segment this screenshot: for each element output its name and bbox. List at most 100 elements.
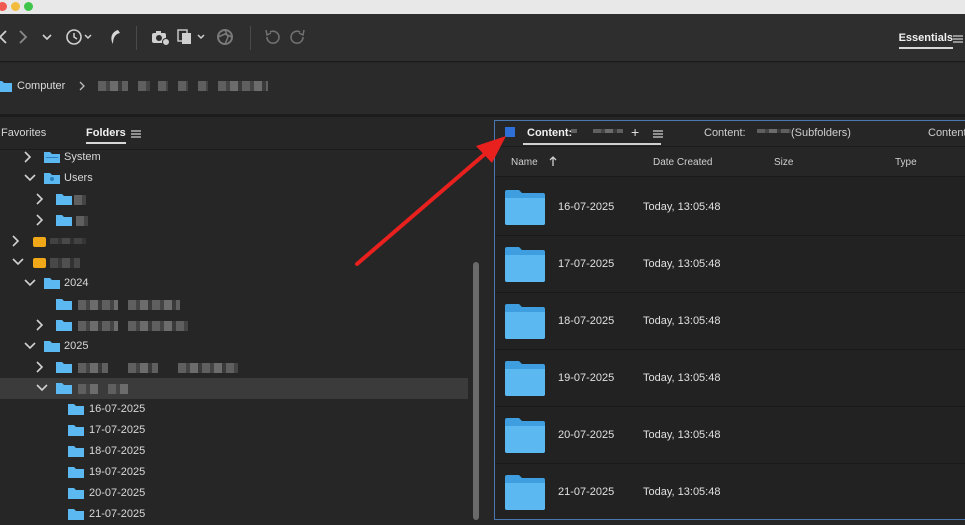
tab-content-2[interactable]: Content: xyxy=(704,127,746,139)
folder-icon xyxy=(56,299,72,310)
redacted-path-segment[interactable] xyxy=(198,81,208,91)
tree-item-redacted[interactable] xyxy=(0,210,468,231)
folders-scrollbar[interactable] xyxy=(470,262,480,520)
chevron-right-icon[interactable] xyxy=(34,319,46,331)
tree-item-label: System xyxy=(64,151,101,163)
tree-item-label: 20-07-2025 xyxy=(89,487,146,499)
panel-menu-icon[interactable] xyxy=(653,129,663,139)
breadcrumb-computer[interactable]: Computer xyxy=(17,80,65,92)
chevron-down-icon[interactable] xyxy=(24,277,36,289)
column-name-header[interactable]: Name xyxy=(511,157,538,168)
tree-item-19-07-2025[interactable]: 19-07-2025 xyxy=(0,462,468,483)
redacted-label xyxy=(757,129,791,133)
tree-item-21-07-2025[interactable]: 21-07-2025 xyxy=(0,504,468,525)
rotate-right-button[interactable] xyxy=(288,24,308,50)
redacted-path-segment[interactable] xyxy=(218,81,268,91)
folder-icon xyxy=(68,404,84,415)
tree-item-redacted[interactable] xyxy=(0,357,468,378)
boomerang-button[interactable] xyxy=(104,24,124,50)
tab-content-active[interactable]: Content: xyxy=(527,127,572,139)
refine-button[interactable] xyxy=(214,24,236,50)
back-button[interactable] xyxy=(0,24,10,50)
content-row[interactable]: 17-07-2025 Today, 13:05:48 xyxy=(495,236,965,293)
chevron-right-icon[interactable] xyxy=(34,361,46,373)
get-photos-button[interactable] xyxy=(148,24,172,50)
chevron-right-icon xyxy=(19,30,28,44)
workspace-essentials-tab[interactable]: Essentials xyxy=(898,32,953,49)
tree-item-drive[interactable] xyxy=(0,252,468,273)
folder-icon xyxy=(68,467,84,478)
tree-item-drive[interactable] xyxy=(0,231,468,252)
zoom-window-button[interactable] xyxy=(24,2,33,11)
content-row[interactable]: 20-07-2025 Today, 13:05:48 xyxy=(495,407,965,464)
tree-item-16-07-2025[interactable]: 16-07-2025 xyxy=(0,399,468,420)
content-row[interactable]: 21-07-2025 Today, 13:05:48 xyxy=(495,464,965,521)
redacted-label xyxy=(74,195,86,205)
copy-dropdown-button[interactable] xyxy=(176,24,210,50)
column-size-header[interactable]: Size xyxy=(774,157,793,168)
clock-history-icon xyxy=(66,29,92,45)
scrollbar-thumb[interactable] xyxy=(473,262,479,520)
chevron-right-icon[interactable] xyxy=(34,193,46,205)
sort-ascending-icon[interactable] xyxy=(549,156,557,167)
redacted-path-segment[interactable] xyxy=(178,81,188,91)
tree-item-label: 17-07-2025 xyxy=(89,424,146,436)
recent-folders-button[interactable] xyxy=(62,24,96,50)
external-drive-icon xyxy=(33,258,46,268)
tree-item-2025[interactable]: 2025 xyxy=(0,336,468,357)
history-dropdown-button[interactable] xyxy=(40,24,54,50)
chevron-down-icon[interactable] xyxy=(24,172,36,184)
tab-favorites[interactable]: Favorites xyxy=(1,127,46,139)
tree-item-users[interactable]: Users xyxy=(0,168,468,189)
tab-content-3[interactable]: Content xyxy=(928,127,965,139)
row-date-created: Today, 13:05:48 xyxy=(643,372,721,384)
tree-item-system[interactable]: System xyxy=(0,147,468,168)
redacted-label xyxy=(78,321,118,331)
close-window-button[interactable] xyxy=(0,2,7,11)
content-row[interactable]: 18-07-2025 Today, 13:05:48 xyxy=(495,293,965,350)
tree-item-label: 2024 xyxy=(64,277,89,289)
tree-item-redacted[interactable] xyxy=(0,315,468,336)
tree-item-selected[interactable] xyxy=(0,378,468,399)
redacted-label xyxy=(571,129,577,133)
redacted-path-segment[interactable] xyxy=(158,81,168,91)
content-row[interactable]: 16-07-2025 Today, 13:05:48 xyxy=(495,179,965,236)
folder-icon xyxy=(56,215,72,226)
tree-item-redacted[interactable] xyxy=(0,189,468,210)
tree-item-18-07-2025[interactable]: 18-07-2025 xyxy=(0,441,468,462)
folder-icon xyxy=(505,304,545,339)
chevron-down-icon[interactable] xyxy=(36,382,48,394)
column-type-header[interactable]: Type xyxy=(895,157,917,168)
redacted-path-segment[interactable] xyxy=(98,81,128,91)
redacted-label xyxy=(78,363,108,373)
column-date-created-header[interactable]: Date Created xyxy=(653,157,712,168)
redacted-label xyxy=(76,216,88,226)
chevron-right-icon[interactable] xyxy=(34,214,46,226)
tree-item-redacted[interactable] xyxy=(0,294,468,315)
tree-item-17-07-2025[interactable]: 17-07-2025 xyxy=(0,420,468,441)
workspace-menu-icon[interactable] xyxy=(953,34,963,44)
content-row[interactable]: 19-07-2025 Today, 13:05:48 xyxy=(495,350,965,407)
chevron-right-icon[interactable] xyxy=(22,151,34,163)
redacted-label xyxy=(50,238,86,244)
redacted-label xyxy=(178,363,238,373)
chevron-down-icon[interactable] xyxy=(12,256,24,268)
add-tab-icon[interactable]: + xyxy=(631,124,639,140)
folder-icon xyxy=(68,488,84,499)
tab-folders[interactable]: Folders xyxy=(86,127,126,144)
breadcrumb-chevron-icon xyxy=(79,81,85,91)
rotate-left-button[interactable] xyxy=(262,24,282,50)
redacted-label xyxy=(128,363,158,373)
tree-item-20-07-2025[interactable]: 20-07-2025 xyxy=(0,483,468,504)
toolbar-divider xyxy=(250,26,251,50)
forward-button[interactable] xyxy=(16,24,30,50)
tree-item-2024[interactable]: 2024 xyxy=(0,273,468,294)
redacted-path-segment[interactable] xyxy=(138,81,150,91)
panel-menu-icon[interactable] xyxy=(131,129,141,139)
minimize-window-button[interactable] xyxy=(11,2,20,11)
tree-item-label: 19-07-2025 xyxy=(89,466,146,478)
chevron-right-icon[interactable] xyxy=(10,235,22,247)
chevron-down-icon[interactable] xyxy=(24,340,36,352)
tab-subfolders-label[interactable]: (Subfolders) xyxy=(791,127,851,139)
tree-item-label: Users xyxy=(64,172,93,184)
